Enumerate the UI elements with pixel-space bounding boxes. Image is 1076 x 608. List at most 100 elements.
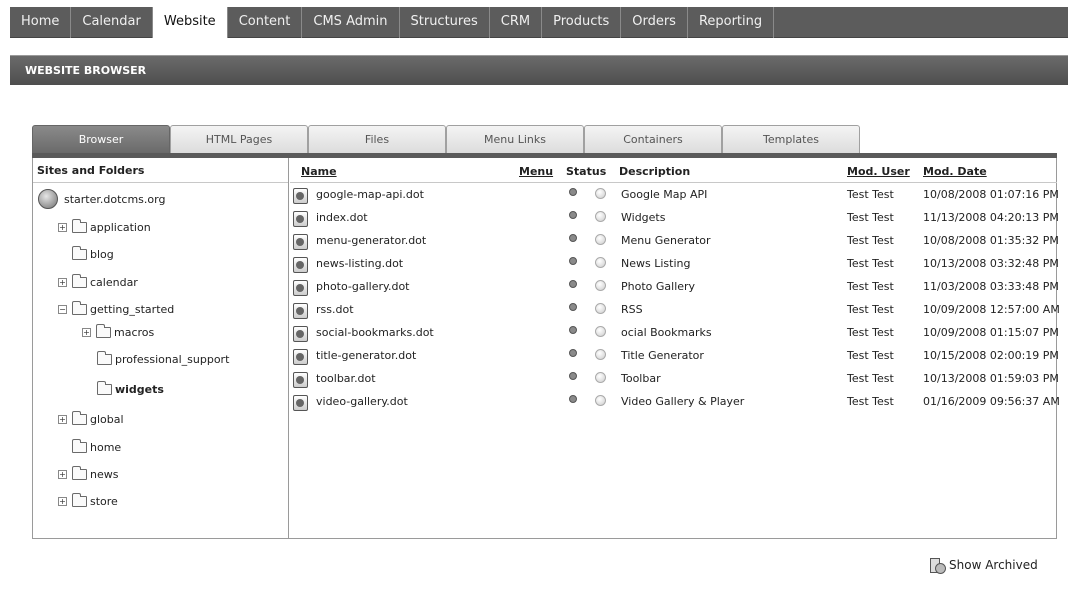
file-mod-user: Test Test: [847, 395, 894, 408]
tab-templates[interactable]: Templates: [722, 125, 860, 153]
tab-containers[interactable]: Containers: [584, 125, 722, 153]
nav-reporting[interactable]: Reporting: [688, 7, 775, 38]
file-description: Title Generator: [621, 349, 704, 362]
file-mod-user: Test Test: [847, 280, 894, 293]
live-status-icon: [595, 372, 606, 383]
collapse-icon[interactable]: −: [58, 304, 67, 314]
lock-status-icon: [569, 303, 577, 311]
table-row[interactable]: menu-generator.dot Menu Generator Test Tes…: [290, 230, 1059, 252]
expand-icon[interactable]: +: [58, 496, 67, 506]
file-description: Photo Gallery: [621, 280, 696, 293]
tree-item-getting-started[interactable]: − getting_started: [58, 299, 174, 319]
lock-status-icon: [569, 349, 577, 357]
folder-tree: Sites and Folders starter.dotcms.org + a…: [33, 158, 289, 538]
tree-item-news[interactable]: + news: [58, 464, 118, 484]
tree-item-home[interactable]: home: [72, 437, 121, 457]
table-row[interactable]: video-gallery.dot Video Gallery & Player T…: [290, 391, 1060, 413]
template-file-icon: [293, 257, 308, 273]
expand-icon[interactable]: +: [58, 469, 67, 479]
column-name[interactable]: Name: [301, 165, 337, 178]
template-file-icon: [293, 280, 308, 296]
nav-crm[interactable]: CRM: [490, 7, 543, 38]
nav-home[interactable]: Home: [10, 7, 72, 38]
nav-structures[interactable]: Structures: [400, 7, 490, 38]
tree-item-global[interactable]: + global: [58, 409, 124, 429]
file-name[interactable]: toolbar.dot: [316, 372, 376, 385]
table-row[interactable]: rss.dot RSS Test Test 10/09/2008 12:57:00 A…: [290, 299, 1060, 321]
live-status-icon: [595, 303, 606, 314]
tree-site[interactable]: starter.dotcms.org: [38, 189, 165, 209]
file-name[interactable]: social-bookmarks.dot: [316, 326, 434, 339]
file-description: ocial Bookmarks: [621, 326, 712, 339]
column-status: Status: [566, 165, 607, 178]
file-mod-user: Test Test: [847, 372, 894, 385]
template-file-icon: [293, 188, 308, 204]
folder-icon: [72, 492, 87, 507]
file-name[interactable]: menu-generator.dot: [316, 234, 426, 247]
show-archived-label: Show Archived: [949, 558, 1038, 572]
tree-item-calendar[interactable]: + calendar: [58, 272, 138, 292]
file-mod-user: Test Test: [847, 349, 894, 362]
folder-icon: [97, 380, 112, 395]
nav-calendar[interactable]: Calendar: [71, 7, 153, 38]
tree-item-blog[interactable]: blog: [72, 244, 114, 264]
tree-item-professional-support[interactable]: professional_support: [97, 349, 229, 369]
template-file-icon: [293, 326, 308, 342]
file-mod-date: 11/13/2008 04:20:13 PM: [923, 211, 1059, 224]
show-archived-button[interactable]: Show Archived: [929, 557, 1038, 574]
tree-header: Sites and Folders: [33, 158, 288, 183]
section-title: WEBSITE BROWSER: [25, 64, 147, 77]
tab-files[interactable]: Files: [308, 125, 446, 153]
table-row[interactable]: title-generator.dot Title Generator Test T…: [290, 345, 1059, 367]
file-description: Widgets: [621, 211, 666, 224]
table-row[interactable]: photo-gallery.dot Photo Gallery Test Test 1…: [290, 276, 1059, 298]
table-row[interactable]: toolbar.dot Toolbar Test Test 10/13/2008 01…: [290, 368, 1059, 390]
file-mod-user: Test Test: [847, 188, 894, 201]
nav-content[interactable]: Content: [228, 7, 303, 38]
file-name[interactable]: news-listing.dot: [316, 257, 403, 270]
table-row[interactable]: social-bookmarks.dot ocial Bookmarks Test …: [290, 322, 1059, 344]
column-description: Description: [619, 165, 691, 178]
file-name[interactable]: rss.dot: [316, 303, 354, 316]
expand-icon[interactable]: +: [82, 327, 91, 337]
file-mod-user: Test Test: [847, 211, 894, 224]
template-file-icon: [293, 349, 308, 365]
column-mod-date[interactable]: Mod. Date: [923, 165, 987, 178]
archive-icon: [929, 557, 946, 574]
file-name[interactable]: google-map-api.dot: [316, 188, 424, 201]
file-description: Menu Generator: [621, 234, 711, 247]
nav-orders[interactable]: Orders: [621, 7, 688, 38]
tree-item-widgets[interactable]: widgets: [97, 379, 164, 399]
folder-icon: [72, 218, 87, 233]
file-name[interactable]: index.dot: [316, 211, 368, 224]
lock-status-icon: [569, 211, 577, 219]
nav-cms-admin[interactable]: CMS Admin: [302, 7, 400, 38]
tab-browser[interactable]: Browser: [32, 125, 170, 153]
file-name[interactable]: photo-gallery.dot: [316, 280, 410, 293]
lock-status-icon: [569, 234, 577, 242]
column-mod-user[interactable]: Mod. User: [847, 165, 910, 178]
file-name[interactable]: video-gallery.dot: [316, 395, 408, 408]
expand-icon[interactable]: +: [58, 222, 67, 232]
column-menu[interactable]: Menu: [519, 165, 553, 178]
lock-status-icon: [569, 188, 577, 196]
nav-products[interactable]: Products: [542, 7, 622, 38]
tree-item-application[interactable]: + application: [58, 217, 151, 237]
tree-item-label: global: [90, 412, 124, 426]
expand-icon[interactable]: +: [58, 277, 67, 287]
tree-item-store[interactable]: + store: [58, 491, 118, 511]
nav-website[interactable]: Website: [152, 7, 228, 38]
file-mod-date: 10/09/2008 12:57:00 AM: [923, 303, 1060, 316]
file-description: Google Map API: [621, 188, 708, 201]
expand-icon[interactable]: +: [58, 414, 67, 424]
tab-html-pages[interactable]: HTML Pages: [170, 125, 308, 153]
tab-menu-links[interactable]: Menu Links: [446, 125, 584, 153]
table-row[interactable]: news-listing.dot News Listing Test Test 10/…: [290, 253, 1059, 275]
file-mod-date: 10/08/2008 01:07:16 PM: [923, 188, 1059, 201]
live-status-icon: [595, 257, 606, 268]
tree-item-macros[interactable]: + macros: [82, 322, 154, 342]
table-row[interactable]: index.dot Widgets Test Test 11/13/2008 04:2…: [290, 207, 1059, 229]
table-row[interactable]: google-map-api.dot Google Map API Test Tes…: [290, 184, 1059, 206]
folder-icon: [72, 245, 87, 260]
file-name[interactable]: title-generator.dot: [316, 349, 416, 362]
